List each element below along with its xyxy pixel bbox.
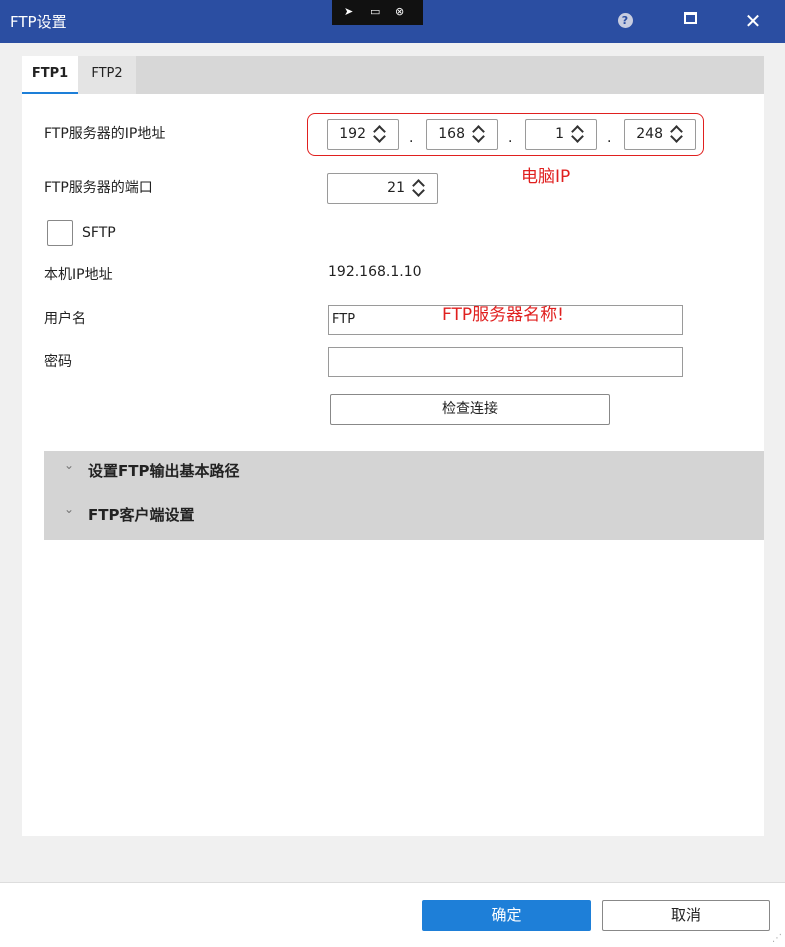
local-ip-label: 本机IP地址 <box>44 267 113 283</box>
username-annotation-text: FTP服务器名称! <box>442 305 564 325</box>
sftp-label: SFTP <box>82 225 116 241</box>
chevron-down-icon: ⌄ <box>64 502 75 516</box>
screen-icon[interactable]: ▭ <box>370 4 380 20</box>
resize-grip-icon[interactable]: ⋰ <box>772 933 782 944</box>
close-icon: ✕ <box>744 9 762 33</box>
cancel-button[interactable]: 取消 <box>602 900 770 931</box>
close-circle-icon[interactable]: ⊗ <box>395 4 404 20</box>
section-title: FTP客户端设置 <box>88 506 195 524</box>
check-connection-button[interactable]: 检查连接 <box>330 394 610 425</box>
server-ip-label: FTP服务器的IP地址 <box>44 126 166 142</box>
ip-annotation-text: 电脑IP <box>521 167 571 187</box>
help-button[interactable]: ? <box>613 9 637 33</box>
ok-button[interactable]: 确定 <box>422 900 591 931</box>
maximize-button[interactable] <box>678 9 702 33</box>
password-field[interactable] <box>328 347 683 377</box>
tab-ftp1[interactable]: FTP1 <box>22 56 78 94</box>
ip-annotation-box <box>307 113 704 156</box>
section-title: 设置FTP输出基本路径 <box>88 462 240 480</box>
sftp-checkbox[interactable] <box>47 220 73 246</box>
local-ip-value: 192.168.1.10 <box>328 264 422 280</box>
floating-toolbar: ➤ ▭ ⊗ <box>332 0 423 25</box>
collapsible-sections: ⌄ 设置FTP输出基本路径 ⌄ FTP客户端设置 <box>44 451 764 540</box>
tab-strip: FTP1 FTP2 <box>22 56 764 94</box>
server-port-label: FTP服务器的端口 <box>44 180 153 196</box>
password-label: 密码 <box>44 354 72 370</box>
pin-icon[interactable]: ➤ <box>344 4 353 20</box>
maximize-icon <box>683 12 697 24</box>
spin-icon[interactable] <box>411 176 431 202</box>
username-label: 用户名 <box>44 311 86 327</box>
port-value: 21 <box>387 180 405 196</box>
port-stepper[interactable]: 21 <box>327 173 438 204</box>
section-ftp-output-path[interactable]: ⌄ 设置FTP输出基本路径 <box>44 451 764 491</box>
help-icon: ? <box>617 13 633 28</box>
section-ftp-client-settings[interactable]: ⌄ FTP客户端设置 <box>44 495 764 535</box>
window-title: FTP设置 <box>10 13 67 31</box>
close-button[interactable]: ✕ <box>741 9 765 33</box>
tab-ftp2[interactable]: FTP2 <box>78 56 136 94</box>
chevron-down-icon: ⌄ <box>64 458 75 472</box>
